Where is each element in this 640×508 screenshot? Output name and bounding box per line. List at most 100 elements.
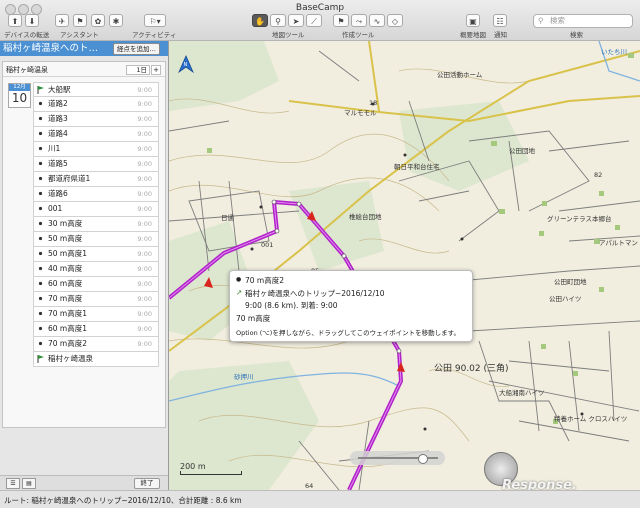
window-title: BaseCamp bbox=[295, 3, 345, 13]
waypoint-time: 9:00 bbox=[137, 86, 152, 94]
map-view[interactable]: マルモモル 18 公田活動ホーム 朝日平和台住宅 公田団地 椎絵台団地 日通 0… bbox=[169, 41, 640, 490]
done-button[interactable]: 終了 bbox=[134, 478, 160, 489]
waypoint-dot-icon bbox=[37, 175, 44, 182]
waypoint-time: 9:00 bbox=[137, 340, 152, 348]
waypoint-name: 50 m高度1 bbox=[48, 249, 88, 258]
route-icon: ↗ bbox=[236, 288, 243, 297]
label-64: 64 bbox=[305, 482, 314, 490]
flag-tool-icon[interactable]: ⚑ bbox=[333, 14, 349, 27]
hand-tool-icon[interactable]: ✋ bbox=[252, 14, 268, 27]
waypoint-row[interactable]: 50 m高度1 9:00 bbox=[33, 247, 159, 262]
waypoint-row[interactable]: 道路6 9:00 bbox=[33, 187, 159, 202]
waypoint-time: 9:00 bbox=[137, 130, 152, 138]
waypoint-name: 稲村ヶ崎温泉 bbox=[48, 354, 93, 363]
waypoint-row[interactable]: 60 m高度1 9:00 bbox=[33, 322, 159, 337]
runner-icon[interactable]: ⚑ bbox=[73, 14, 87, 27]
calendar-day: 10 bbox=[11, 91, 28, 105]
waypoint-name: 道路6 bbox=[48, 189, 68, 198]
waypoint-row[interactable]: 001 9:00 bbox=[33, 202, 159, 217]
waypoint-time: 9:00 bbox=[137, 325, 152, 333]
north-arrow-icon[interactable]: N bbox=[178, 55, 194, 73]
rocket-icon[interactable]: ✈ bbox=[55, 14, 69, 27]
label-sunagawa: 砂押川 bbox=[234, 373, 254, 381]
create-tools-label: 作成ツール bbox=[342, 31, 375, 39]
add-via-button[interactable]: 経点を追加… bbox=[113, 43, 160, 55]
trip-sidebar: 稲村ヶ崎温泉へのト… 経点を追加… 稲村ヶ崎温泉 1日 + 12月 10 大船駅… bbox=[0, 41, 169, 490]
tooltip-hint: Option (⌥)を押しながら、ドラッグしてこのウェイポイントを移動します。 bbox=[236, 329, 460, 337]
download-icon[interactable]: ⬇ bbox=[25, 14, 39, 27]
waypoint-dot-icon bbox=[37, 205, 44, 212]
upload-icon[interactable]: ⬆ bbox=[8, 14, 22, 27]
waypoint-dot-icon bbox=[37, 295, 44, 302]
waypoint-row[interactable]: 70 m高度 9:00 bbox=[33, 292, 159, 307]
waypoint-time: 9:00 bbox=[137, 175, 152, 183]
waypoint-row[interactable]: 30 m高度 9:00 bbox=[33, 217, 159, 232]
detail-view-icon[interactable]: ▤ bbox=[22, 478, 36, 489]
measure-tool-icon[interactable]: ⟋ bbox=[306, 14, 322, 27]
notify-label: 通知 bbox=[494, 31, 507, 39]
hiker-icon[interactable]: ✿ bbox=[91, 14, 105, 27]
waypoint-name: 60 m高度 bbox=[48, 279, 83, 288]
aperture-icon[interactable]: ✱ bbox=[109, 14, 123, 27]
waypoint-time: 9:00 bbox=[137, 310, 152, 318]
notify-icon[interactable]: ☷ bbox=[493, 14, 507, 27]
waypoint-row[interactable]: 道路4 9:00 bbox=[33, 127, 159, 142]
trip-title[interactable]: 稲村ヶ崎温泉へのト… bbox=[3, 42, 98, 55]
label-82: 82 bbox=[594, 171, 603, 179]
waypoint-row[interactable]: 道路3 9:00 bbox=[33, 112, 159, 127]
map-tools-label: 地図ツール bbox=[272, 31, 305, 39]
day-select[interactable]: 1日 bbox=[126, 65, 150, 75]
waypoint-name: 川1 bbox=[48, 144, 61, 153]
waypoint-name: 70 m高度1 bbox=[48, 309, 88, 318]
route-tool-icon[interactable]: ⤳ bbox=[351, 14, 367, 27]
sidebar-footer: ☰ ▤ 終了 bbox=[0, 475, 168, 490]
waypoint-row[interactable]: 道路5 9:00 bbox=[33, 157, 159, 172]
label-public: 公田団地 bbox=[509, 147, 535, 155]
waypoint-row[interactable]: 70 m高度1 9:00 bbox=[33, 307, 159, 322]
calendar-icon[interactable]: 12月 10 bbox=[8, 83, 31, 108]
svg-text:N: N bbox=[184, 62, 188, 68]
magnifier-tool-icon[interactable]: ⚲ bbox=[270, 14, 286, 27]
waypoint-name: 道路3 bbox=[48, 114, 68, 123]
label-tokuyo: 特養ホーム クロスハイツ bbox=[554, 415, 628, 423]
waypoint-row[interactable]: 40 m高度 9:00 bbox=[33, 262, 159, 277]
list-view-icon[interactable]: ☰ bbox=[6, 478, 20, 489]
search-label: 検索 bbox=[570, 31, 583, 39]
area-tool-icon[interactable]: ◇ bbox=[387, 14, 403, 27]
waypoint-row[interactable]: 大船駅 9:00 bbox=[33, 82, 159, 97]
waypoint-row[interactable]: 70 m高度2 9:00 bbox=[33, 337, 159, 352]
zoom-thumb[interactable] bbox=[418, 454, 428, 464]
select-tool-icon[interactable]: ➤ bbox=[288, 14, 304, 27]
waypoint-row[interactable]: 道路2 9:00 bbox=[33, 97, 159, 112]
watermark: Response. bbox=[502, 478, 577, 490]
device-transfer-label: デバイスの転送 bbox=[4, 31, 50, 39]
waypoint-name: 001 bbox=[48, 204, 63, 213]
label-shikishi: 朝日平和台住宅 bbox=[394, 163, 440, 171]
waypoint-row[interactable]: 60 m高度 9:00 bbox=[33, 277, 159, 292]
tooltip-point-name: 70 m高度2 bbox=[245, 276, 285, 285]
waypoint-row[interactable]: 川1 9:00 bbox=[33, 142, 159, 157]
waypoint-row[interactable]: 50 m高度 9:00 bbox=[33, 232, 159, 247]
tooltip-timing: 9:00 (8.6 km). 到着: 9:00 bbox=[245, 301, 338, 310]
activity-select-icon[interactable]: ⚐▾ bbox=[144, 14, 166, 27]
waypoint-list: 大船駅 9:00 道路2 9:00 道路3 9:00 道路4 9:00 川1 9:00 道路5 9:0… bbox=[33, 82, 159, 367]
waypoint-time: 9:00 bbox=[137, 295, 152, 303]
zoom-slider[interactable] bbox=[350, 451, 445, 465]
waypoint-name: 都道府県道1 bbox=[48, 174, 91, 183]
waypoint-dot-icon bbox=[37, 100, 44, 107]
track-tool-icon[interactable]: ∿ bbox=[369, 14, 385, 27]
overview-map-icon[interactable]: ▣ bbox=[466, 14, 480, 27]
trip-header: 稲村ヶ崎温泉へのト… 経点を追加… bbox=[0, 41, 168, 56]
waypoint-dot-icon bbox=[37, 115, 44, 122]
add-day-button[interactable]: + bbox=[151, 65, 161, 75]
scale-bar bbox=[180, 471, 242, 475]
itinerary-panel: 稲村ヶ崎温泉 1日 + 12月 10 大船駅 9:00 道路2 9:00 道路3 9:00… bbox=[2, 61, 166, 428]
waypoint-time: 9:00 bbox=[137, 265, 152, 273]
flag-icon bbox=[37, 355, 44, 363]
search-input[interactable]: ⚲ 検索 bbox=[533, 14, 633, 28]
waypoint-time: 9:00 bbox=[137, 205, 152, 213]
waypoint-time: 9:00 bbox=[137, 160, 152, 168]
waypoint-name: 30 m高度 bbox=[48, 219, 83, 228]
waypoint-row[interactable]: 稲村ヶ崎温泉 bbox=[33, 352, 159, 367]
waypoint-row[interactable]: 都道府県道1 9:00 bbox=[33, 172, 159, 187]
